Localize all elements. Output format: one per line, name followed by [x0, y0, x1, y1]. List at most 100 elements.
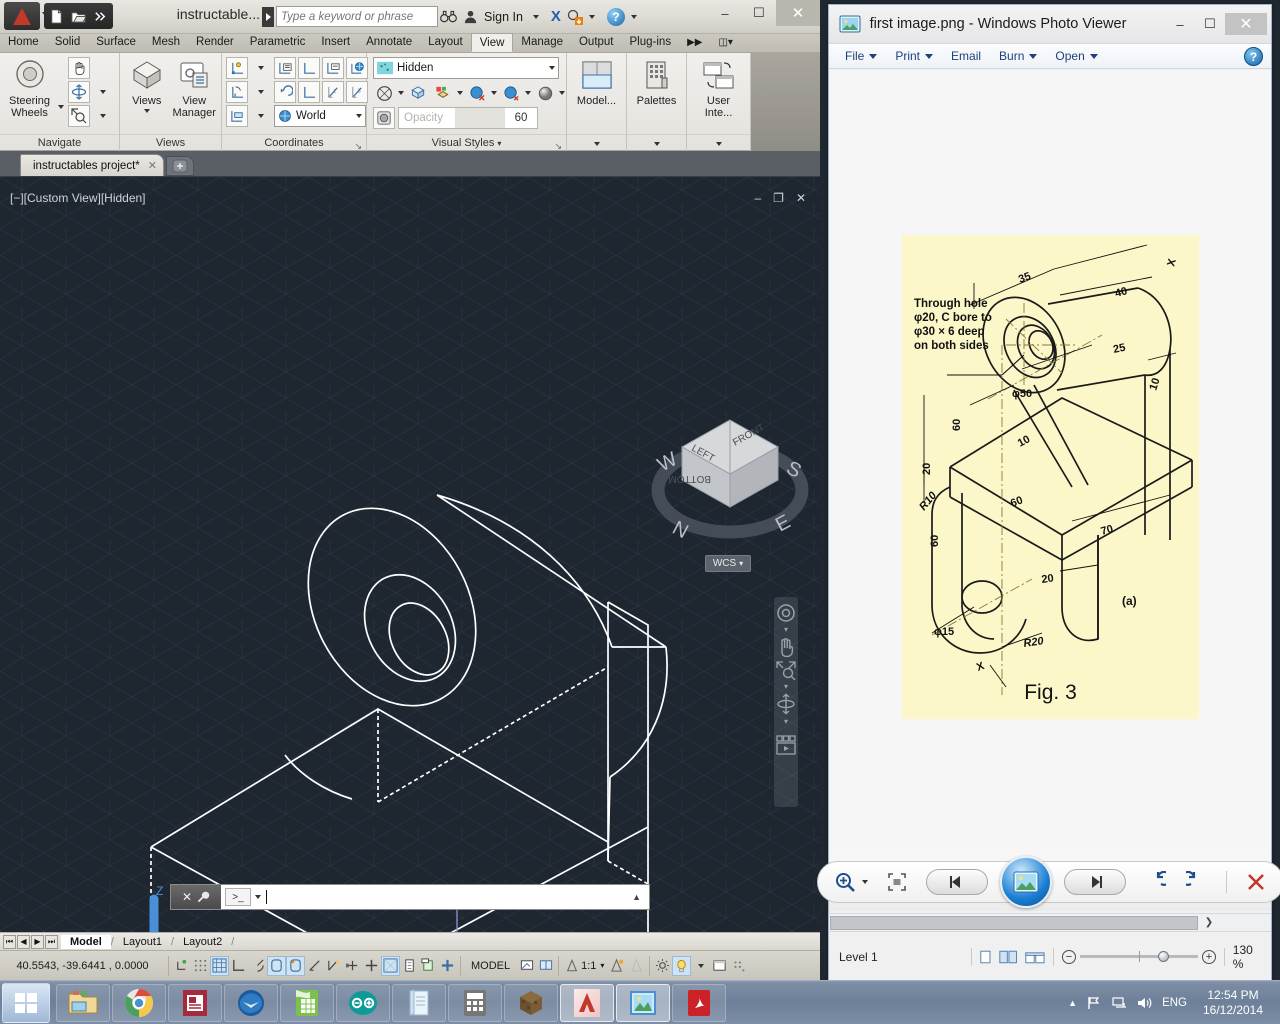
close-button[interactable]: ✕ [776, 0, 820, 26]
dynamic-input-icon[interactable] [343, 956, 362, 976]
taskbar-item-publisher[interactable] [168, 983, 222, 1022]
status-bar-menu-icon[interactable] [729, 956, 748, 976]
pan-button[interactable] [68, 57, 90, 79]
visual-styles-caret-icon[interactable]: ▾ [497, 139, 501, 148]
single-page-icon[interactable] [980, 949, 991, 965]
chevron-down-icon[interactable] [869, 53, 878, 59]
language-indicator[interactable]: ENG [1162, 997, 1187, 1009]
steering-caret-icon[interactable] [58, 57, 64, 109]
workspace-gear-icon[interactable] [653, 956, 672, 976]
shadow-caret-icon[interactable] [491, 91, 497, 95]
navigation-bar[interactable]: ▾ ▾ ▾ [774, 597, 798, 807]
palettes-caret-icon[interactable] [653, 142, 660, 146]
next-layout-button[interactable]: ▶ [31, 934, 44, 949]
taskbar-item-photo-viewer[interactable] [616, 983, 670, 1022]
transparency-icon[interactable] [381, 955, 400, 976]
zoom-knob[interactable] [1157, 951, 1169, 962]
ribbon-display-icon[interactable]: ◫▾ [710, 33, 740, 52]
material-button[interactable] [534, 82, 556, 104]
drawing-viewport[interactable]: [−][Custom View][Hidden] – ❐ ✕ W S N E L… [0, 177, 820, 934]
chevron-down-icon[interactable] [1029, 53, 1038, 59]
ucs-previous-button[interactable] [274, 81, 296, 103]
ucs-3point-button[interactable]: 3 [346, 81, 368, 103]
command-input[interactable] [267, 890, 625, 904]
model-viewports-caret-icon[interactable] [593, 142, 600, 146]
annotation-visibility-icon[interactable] [608, 956, 627, 976]
help-caret-icon[interactable] [630, 14, 637, 19]
ucs-face-caret-icon[interactable] [250, 105, 272, 127]
chevron-down-icon[interactable] [925, 53, 934, 59]
command-prompt-caret-icon[interactable] [255, 895, 261, 899]
ucs-globe-button[interactable] [346, 57, 368, 79]
grid-display-icon[interactable] [210, 955, 229, 976]
3d-object-snap-icon[interactable] [286, 955, 305, 976]
taskbar-item-google-chrome[interactable] [112, 983, 166, 1022]
zoom-button[interactable] [68, 105, 90, 127]
annotation-monitor-icon[interactable] [438, 956, 457, 976]
space-toggle[interactable]: MODEL [464, 960, 517, 972]
edge-color-caret-icon[interactable] [457, 91, 463, 95]
delete-button[interactable] [1243, 869, 1269, 895]
maximize-button[interactable]: ☐ [1195, 13, 1225, 35]
views-caret-icon[interactable] [143, 109, 150, 113]
ribbon-tab-surface[interactable]: Surface [88, 33, 144, 52]
menu-email[interactable]: Email [943, 47, 989, 65]
zoom-slider[interactable]: − + [1061, 949, 1216, 964]
volume-icon[interactable] [1136, 995, 1153, 1011]
ribbon-tab-parametric[interactable]: Parametric [242, 33, 314, 52]
lineweight-icon[interactable] [362, 956, 381, 976]
application-menu-button[interactable] [4, 2, 40, 30]
maximize-button[interactable]: ☐ [742, 0, 776, 26]
ucs-face-button[interactable] [226, 105, 248, 127]
sign-in-caret-icon[interactable] [532, 14, 539, 19]
material-caret-icon[interactable] [559, 91, 565, 95]
layout-tab-model[interactable]: Model [61, 934, 111, 949]
allow-ucs-icon[interactable] [324, 956, 343, 976]
orbit-icon[interactable] [776, 693, 796, 715]
document-menu-arrow[interactable] [262, 7, 274, 27]
chevron-down-icon[interactable] [1089, 53, 1098, 59]
xray-caret-icon[interactable] [398, 91, 404, 95]
ucs-combo-caret-icon[interactable] [356, 114, 362, 118]
network-flag-icon[interactable] [1086, 995, 1102, 1011]
orbit-caret-icon[interactable] [92, 81, 114, 103]
new-file-tab-button[interactable] [165, 156, 194, 176]
shadow-button[interactable] [466, 82, 488, 104]
displayed-image[interactable]: 35 40 X 25 10 φ50 60 10 20 60 R10 60 70 … [902, 235, 1199, 719]
annotation-scale-visibility-icon[interactable] [517, 956, 536, 976]
actual-size-button[interactable] [884, 869, 910, 895]
viewport-scale-icon[interactable] [536, 956, 555, 976]
ucs-origin-button[interactable] [298, 57, 320, 79]
snap-mode-icon[interactable] [191, 956, 210, 976]
ribbon-overflow-icon[interactable]: ▶▶ [679, 33, 710, 52]
object-snap-icon[interactable] [267, 955, 286, 976]
auto-scale-icon[interactable] [627, 956, 646, 976]
ribbon-tab-view[interactable]: View [470, 33, 514, 52]
zoom-in-button[interactable]: + [1201, 949, 1216, 964]
menu-open[interactable]: Open [1047, 47, 1105, 65]
taskbar-item-arduino[interactable] [336, 983, 390, 1022]
start-button[interactable] [2, 982, 50, 1023]
pan-hand-icon[interactable] [776, 636, 796, 658]
ucs-named-button[interactable] [226, 57, 248, 79]
taskbar-item-file-explorer[interactable] [56, 983, 110, 1022]
help-icon[interactable]: ? [606, 7, 625, 26]
show-motion-icon[interactable] [775, 734, 797, 756]
ribbon-tab-annotate[interactable]: Annotate [358, 33, 420, 52]
zoom-icon[interactable] [775, 660, 797, 680]
menu-burn[interactable]: Burn [991, 47, 1045, 65]
binoculars-icon[interactable] [440, 9, 457, 24]
ucs-y-button[interactable] [298, 81, 320, 103]
new-icon[interactable] [49, 8, 64, 24]
clock[interactable]: 12:54 PM 16/12/2014 [1196, 988, 1270, 1018]
zoom-track[interactable] [1079, 951, 1198, 962]
taskbar-item-minecraft[interactable] [504, 983, 558, 1022]
user-interface-button[interactable]: User Inte... [692, 57, 745, 119]
visual-style-combo[interactable]: Hidden [373, 57, 559, 79]
zoom-caret-icon[interactable] [861, 880, 868, 884]
model-viewports-button[interactable]: Model... [572, 57, 621, 107]
steering-wheels-button[interactable]: Steering Wheels [5, 57, 54, 119]
file-tab-instructables-project[interactable]: instructables project* ✕ [20, 154, 164, 176]
scale-value[interactable]: 1:1 [581, 960, 596, 972]
steering-caret-icon[interactable]: ▾ [784, 625, 788, 634]
